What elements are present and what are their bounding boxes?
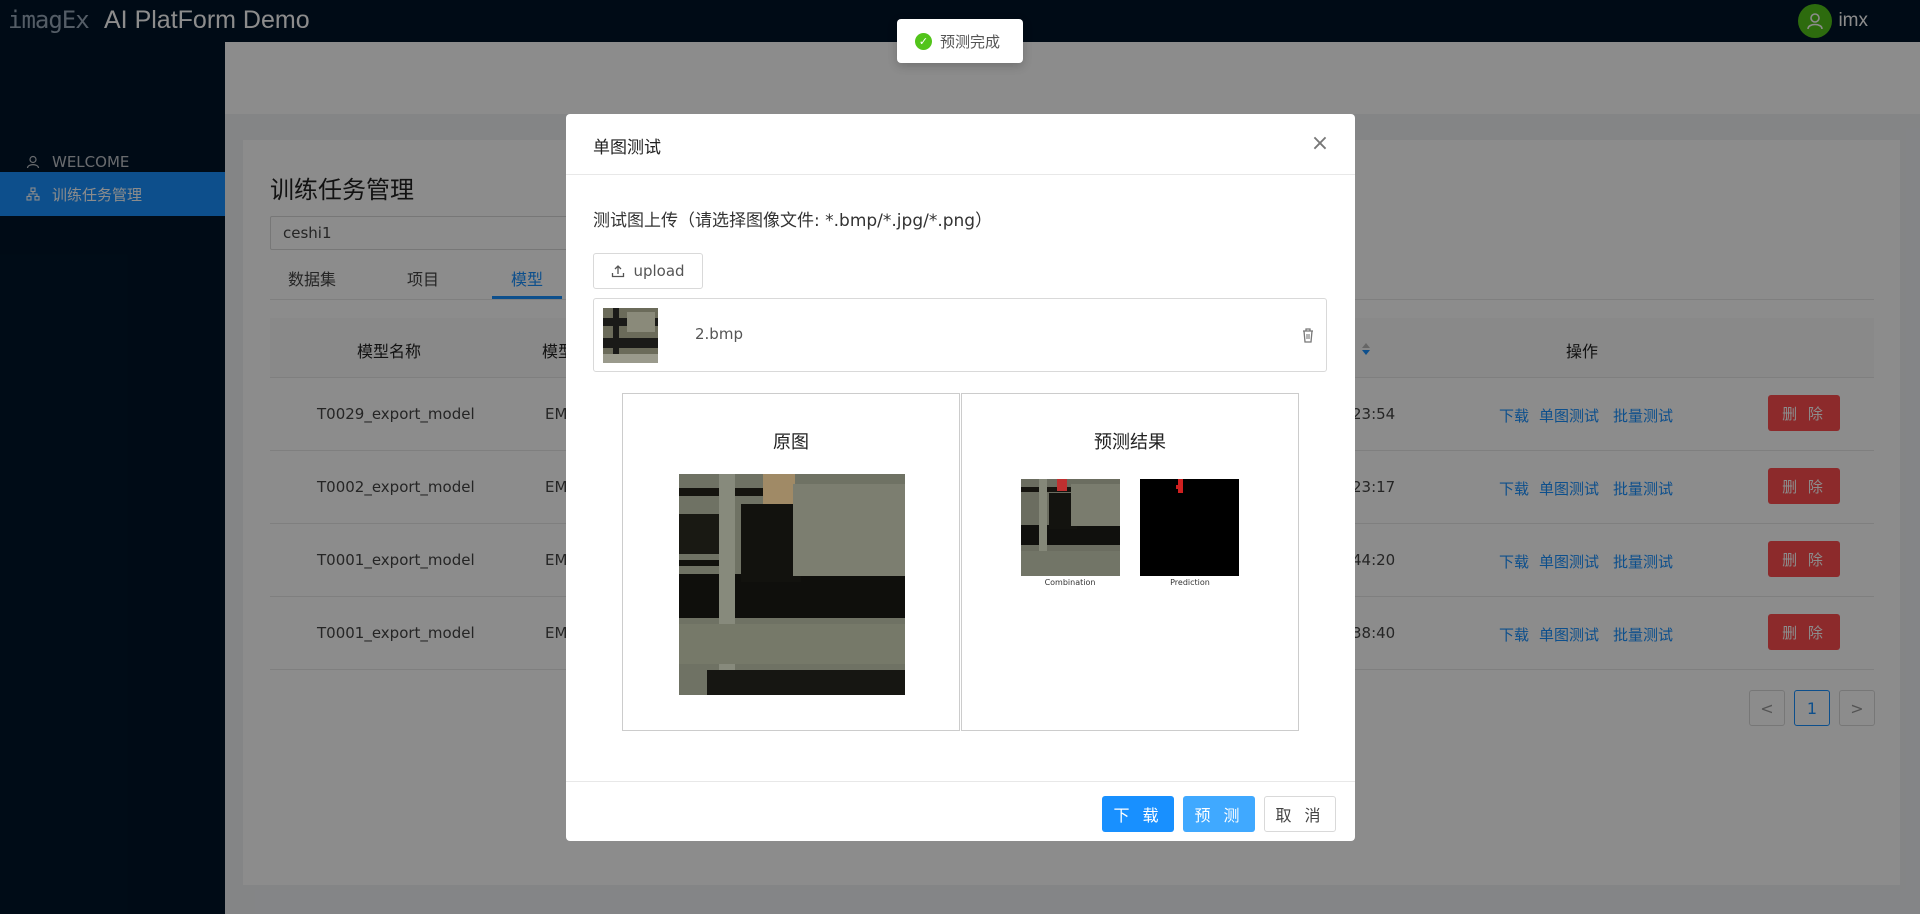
- cancel-button[interactable]: 取 消: [1264, 796, 1336, 832]
- prediction-image: [1140, 479, 1239, 576]
- prediction-result-panel: 预测结果 Combination Prediction: [961, 393, 1299, 731]
- toast-message: 预测完成: [940, 32, 1001, 51]
- modal-title: 单图测试: [593, 138, 661, 158]
- close-icon[interactable]: ×: [1305, 128, 1335, 158]
- file-name: 2.bmp: [695, 325, 743, 343]
- upload-button-label: upload: [633, 262, 685, 280]
- upload-icon: [612, 265, 625, 278]
- modal-footer: 下 载 预 测 取 消: [566, 781, 1355, 841]
- modal-header: 单图测试 ×: [566, 114, 1355, 175]
- delete-icon[interactable]: [1298, 325, 1318, 345]
- prediction-result-title: 预测结果: [1094, 432, 1166, 453]
- download-button[interactable]: 下 载: [1102, 796, 1174, 832]
- combination-image: [1021, 479, 1120, 576]
- success-toast: ✓ 预测完成: [897, 19, 1023, 63]
- upload-label: 测试图上传（请选择图像文件: *.bmp/*.jpg/*.png）: [593, 211, 993, 231]
- original-image-title: 原图: [773, 432, 809, 453]
- predict-button[interactable]: 预 测: [1183, 796, 1255, 832]
- upload-button[interactable]: upload: [593, 253, 703, 289]
- single-test-modal: 单图测试 × 测试图上传（请选择图像文件: *.bmp/*.jpg/*.png）…: [566, 114, 1355, 841]
- prediction-caption: Prediction: [1170, 578, 1210, 587]
- original-image: [679, 474, 905, 695]
- check-circle-icon: ✓: [915, 32, 932, 50]
- file-thumbnail: [603, 308, 658, 363]
- uploaded-file-item: 2.bmp: [593, 298, 1327, 372]
- combination-caption: Combination: [1044, 578, 1096, 587]
- original-image-panel: 原图: [622, 393, 960, 731]
